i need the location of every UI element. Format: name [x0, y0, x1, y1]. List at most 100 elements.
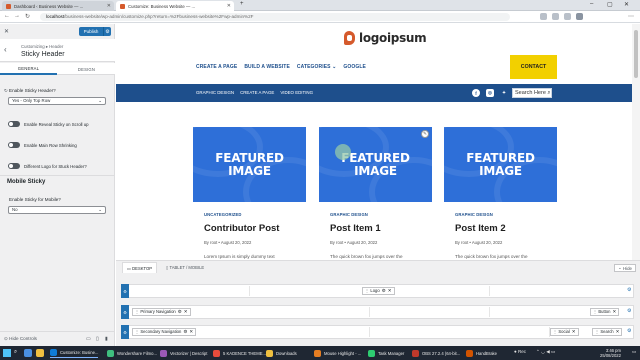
remove-chip-icon[interactable]: ✕ — [184, 309, 188, 314]
browser-tab-dashboard[interactable]: Dashboard ‹ Business Website — ... ✕ — [2, 1, 114, 11]
chip-settings-gear-icon[interactable]: ⚙ — [183, 329, 187, 334]
subnav-item-create-page[interactable]: CREATE A PAGE — [240, 90, 274, 95]
tab-tablet-mobile[interactable]: ▯ TABLET / MOBILE — [162, 262, 208, 273]
builder-zone[interactable] — [370, 307, 490, 317]
taskbar-app[interactable]: Wondershare Filmo... — [107, 348, 157, 358]
publish-button[interactable]: Publish — [79, 27, 103, 36]
search-input[interactable]: Search Here ⌕ — [512, 88, 552, 98]
mobile-preview-icon[interactable]: ▮ — [105, 336, 108, 342]
nav-item-create-page[interactable]: CREATE A PAGE — [196, 64, 237, 70]
remove-chip-icon[interactable]: ✕ — [388, 288, 392, 293]
tab-general[interactable]: GENERAL — [0, 63, 57, 75]
post-category[interactable]: GRAPHIC DESIGN — [330, 212, 368, 217]
back-arrow-icon[interactable]: ‹ — [4, 45, 7, 54]
publish-settings-gear-icon[interactable]: ⚙ — [103, 27, 111, 36]
shrink-row-toggle[interactable] — [8, 142, 20, 148]
taskbar-search-icon[interactable]: ⌕ — [14, 349, 17, 356]
chip-button[interactable]: ⋮ Button ✕ — [590, 308, 620, 316]
subnav-item-graphic-design[interactable]: GRAPHIC DESIGN — [196, 90, 234, 95]
nav-item-categories[interactable]: CATEGORIES ⌄ — [297, 64, 336, 70]
post-category[interactable]: UNCATEGORIZED — [204, 212, 242, 217]
taskbar-app[interactable]: Mouse Highlight - ... — [314, 348, 361, 358]
tab-design[interactable]: DESIGN — [58, 63, 115, 75]
chip-social[interactable]: ⋮ Social ✕ — [550, 328, 579, 336]
enable-sticky-select[interactable]: Yes - Only Top Row ⌄ — [8, 97, 106, 105]
chip-settings-gear-icon[interactable]: ⚙ — [178, 309, 182, 314]
tab-desktop[interactable]: ▭ DESKTOP — [122, 262, 158, 273]
post-card[interactable]: FEATURED IMAGE GRAPHIC DESIGN Post Item … — [444, 127, 557, 259]
url-field[interactable]: localhost/business-website/wp-admin/cust… — [40, 13, 510, 21]
collections-icon[interactable] — [564, 13, 571, 20]
post-category[interactable]: GRAPHIC DESIGN — [455, 212, 493, 217]
hide-controls-button[interactable]: ⊙ Hide Controls — [4, 336, 37, 342]
reset-icon[interactable]: ↻ — [4, 88, 8, 94]
taskbar-app[interactable]: Downloads — [266, 348, 297, 358]
reload-icon[interactable]: ↻ — [25, 13, 30, 20]
close-window-icon[interactable]: ✕ — [624, 1, 629, 8]
row-settings-gear-icon[interactable]: ⚙ — [121, 284, 129, 298]
recording-indicator[interactable]: ● Rec — [514, 349, 526, 354]
edit-pencil-icon[interactable]: ✎ — [421, 130, 429, 138]
taskbar-app[interactable]: Task Manager — [368, 348, 404, 358]
nav-item-build-website[interactable]: BUILD A WEBSITE — [244, 64, 290, 70]
subnav-item-video-editing[interactable]: VIDEO EDITING — [280, 90, 313, 95]
task-view-icon[interactable] — [24, 349, 32, 357]
enable-mobile-select[interactable]: No ⌄ — [8, 206, 106, 214]
nav-item-google[interactable]: GOOGLE — [343, 64, 366, 70]
twitter-icon[interactable]: ✦ — [500, 89, 508, 97]
taskbar-app[interactable]: OBS 27.2.4 (64-bit... — [412, 348, 460, 358]
preview-scrollbar-thumb[interactable] — [634, 30, 638, 78]
facebook-icon[interactable]: f — [472, 89, 480, 97]
taskbar-app[interactable]: Customize: Busine... — [50, 348, 99, 358]
maximize-icon[interactable]: ▢ — [607, 1, 613, 8]
minimize-icon[interactable]: – — [590, 1, 593, 7]
taskbar-app[interactable]: 5 KADENCE THEME... — [213, 348, 266, 358]
desktop-preview-icon[interactable]: ▭ — [86, 336, 91, 342]
row-settings-gear-icon[interactable]: ⚙ — [627, 308, 631, 314]
back-icon[interactable]: ← — [4, 13, 10, 19]
hide-builder-button[interactable]: ⌄ Hide — [614, 264, 636, 272]
builder-zone[interactable] — [370, 327, 550, 337]
different-logo-toggle[interactable] — [8, 163, 20, 169]
instagram-icon[interactable]: ◎ — [486, 89, 494, 97]
more-icon[interactable]: ⋯ — [628, 13, 635, 20]
post-title[interactable]: Post Item 2 — [455, 223, 506, 234]
chip-logo[interactable]: ⋮ Logo ⚙ ✕ — [362, 287, 395, 295]
taskbar-clock[interactable]: 3:46 pm 25/08/2022 — [600, 348, 621, 358]
notifications-icon[interactable]: ▭ — [632, 349, 636, 355]
remove-chip-icon[interactable]: ✕ — [612, 309, 616, 314]
browser-tab-customize[interactable]: Customize: Business Website — ... ✕ — [116, 1, 234, 11]
chip-secondary-navigation[interactable]: ⋮ Secondary Navigation ⚙ ✕ — [132, 328, 197, 336]
row-settings-gear-icon[interactable]: ⚙ — [121, 305, 129, 319]
site-logo[interactable]: logoipsum — [344, 31, 427, 45]
builder-zone[interactable] — [130, 286, 250, 296]
contact-button[interactable]: CONTACT — [510, 55, 557, 79]
new-tab-icon[interactable]: + — [240, 1, 244, 7]
close-customizer-icon[interactable]: ✕ — [4, 28, 9, 35]
profile-icon[interactable] — [576, 13, 583, 20]
post-title[interactable]: Contributor Post — [204, 223, 279, 234]
row-settings-gear-icon[interactable]: ⚙ — [121, 325, 129, 339]
post-card[interactable]: FEATURED IMAGE UNCATEGORIZED Contributor… — [193, 127, 306, 259]
chip-primary-navigation[interactable]: ⋮ Primary Navigation ⚙ ✕ — [132, 308, 191, 316]
tablet-preview-icon[interactable]: ▯ — [96, 336, 99, 342]
row-settings-gear-icon[interactable]: ⚙ — [627, 287, 631, 293]
taskbar-app[interactable]: HandBrake — [466, 348, 497, 358]
windows-start-icon[interactable] — [3, 349, 11, 357]
forward-icon[interactable]: → — [14, 13, 20, 19]
remove-chip-icon[interactable]: ✕ — [572, 329, 576, 334]
chip-search[interactable]: ⋮ Search ✕ — [592, 328, 623, 336]
remove-chip-icon[interactable]: ✕ — [189, 329, 193, 334]
extension-icon[interactable] — [540, 13, 547, 20]
close-tab-icon[interactable]: ✕ — [227, 3, 231, 9]
close-tab-icon[interactable]: ✕ — [107, 3, 111, 9]
post-card[interactable]: FEATURED IMAGE ✎ GRAPHIC DESIGN Post Ite… — [319, 127, 432, 259]
favorites-icon[interactable] — [552, 13, 559, 20]
file-explorer-icon[interactable] — [36, 349, 44, 357]
taskbar-app[interactable]: Vectorizer | Descript — [160, 348, 207, 358]
row-settings-gear-icon[interactable]: ⚙ — [627, 328, 631, 334]
post-title[interactable]: Post Item 1 — [330, 223, 381, 234]
remove-chip-icon[interactable]: ✕ — [616, 329, 620, 334]
reveal-sticky-toggle[interactable] — [8, 121, 20, 127]
tray-icons[interactable]: ⌃ ◡ ◀ ▭ — [536, 349, 555, 355]
